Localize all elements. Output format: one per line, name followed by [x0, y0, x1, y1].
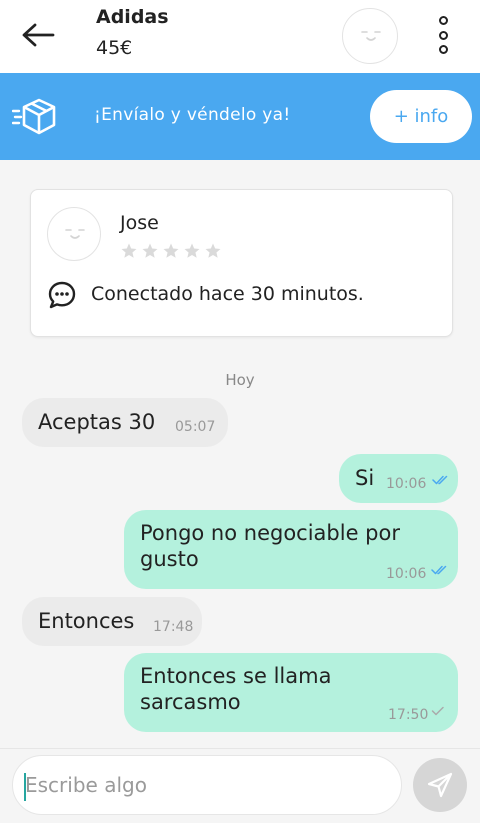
- text-caret: [24, 773, 26, 801]
- message-time: 10:06: [386, 476, 427, 492]
- user-card[interactable]: Jose Conectado hace 30 minutos.: [30, 189, 453, 337]
- message-incoming: Entonces 17:48: [22, 597, 202, 646]
- chat-bubble-icon: [48, 281, 76, 309]
- message-outgoing: Entonces se llama sarcasmo 17:50: [124, 653, 458, 732]
- message-time: 05:07: [175, 419, 216, 435]
- fast-box-icon: [12, 98, 56, 135]
- user-name: Jose: [120, 212, 159, 234]
- item-title: Adidas: [96, 6, 169, 28]
- more-dot: [438, 45, 448, 54]
- more-dot: [438, 30, 448, 40]
- chat-header: Adidas 45€: [0, 0, 480, 73]
- send-icon: [427, 772, 453, 798]
- banner-text: ¡Envíalo y véndelo ya!: [94, 105, 291, 125]
- face-icon: [361, 31, 381, 41]
- message-incoming: Aceptas 30 05:07: [22, 398, 228, 447]
- star-icon: [142, 243, 158, 258]
- send-button[interactable]: [413, 758, 467, 812]
- star-icon: [121, 243, 137, 258]
- date-separator: Hoy: [225, 371, 255, 389]
- message-outgoing: Pongo no negociable por gusto 10:06: [124, 510, 458, 589]
- star-icon: [205, 243, 221, 258]
- back-button[interactable]: [18, 18, 58, 52]
- face-icon: [65, 229, 85, 239]
- star-icon: [184, 243, 200, 258]
- last-seen-status: Conectado hace 30 minutos.: [91, 283, 364, 305]
- more-options-button[interactable]: [428, 12, 458, 58]
- star-icon: [163, 243, 179, 258]
- arrow-left-icon: [22, 23, 55, 47]
- message-composer: [0, 748, 480, 823]
- double-check-icon: [431, 565, 447, 575]
- more-vertical-icon: [438, 16, 448, 25]
- message-text: Si: [355, 466, 375, 490]
- message-time: 10:06: [386, 566, 427, 582]
- message-time: 17:48: [153, 619, 194, 635]
- more-info-button[interactable]: + info: [370, 90, 472, 143]
- rating-stars: [120, 242, 222, 260]
- avatar[interactable]: [342, 8, 398, 64]
- check-icon: [431, 706, 444, 716]
- message-input[interactable]: [12, 755, 402, 815]
- double-check-icon: [432, 475, 448, 485]
- item-price: 45€: [96, 37, 133, 59]
- message-outgoing: Si 10:06: [339, 454, 458, 503]
- message-text: Aceptas 30: [38, 410, 156, 434]
- message-time: 17:50: [388, 707, 429, 723]
- avatar: [47, 207, 101, 261]
- message-text: Entonces se llama sarcasmo: [140, 664, 332, 714]
- message-text: Entonces: [38, 609, 135, 633]
